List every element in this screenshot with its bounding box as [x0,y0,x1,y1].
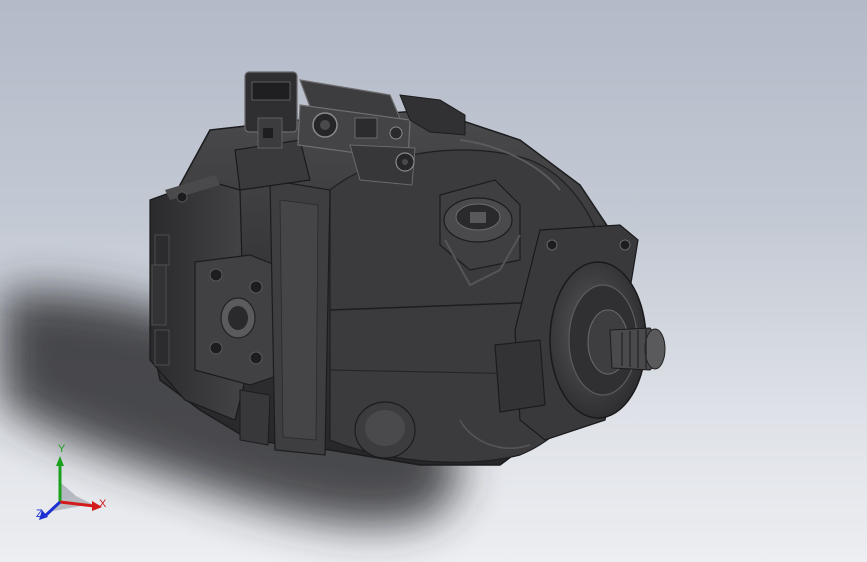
x-axis-label: X [99,498,107,510]
coordinate-triad: Y X Z [36,443,112,526]
triad-axes [39,456,102,520]
hydraulic-pump-model[interactable] [0,0,867,562]
z-axis-label: Z [36,508,43,520]
y-axis-label: Y [58,443,66,455]
mounting-plate [194,254,281,386]
splined-shaft [609,327,666,371]
graphics-viewport[interactable]: Y X Z [0,0,867,562]
